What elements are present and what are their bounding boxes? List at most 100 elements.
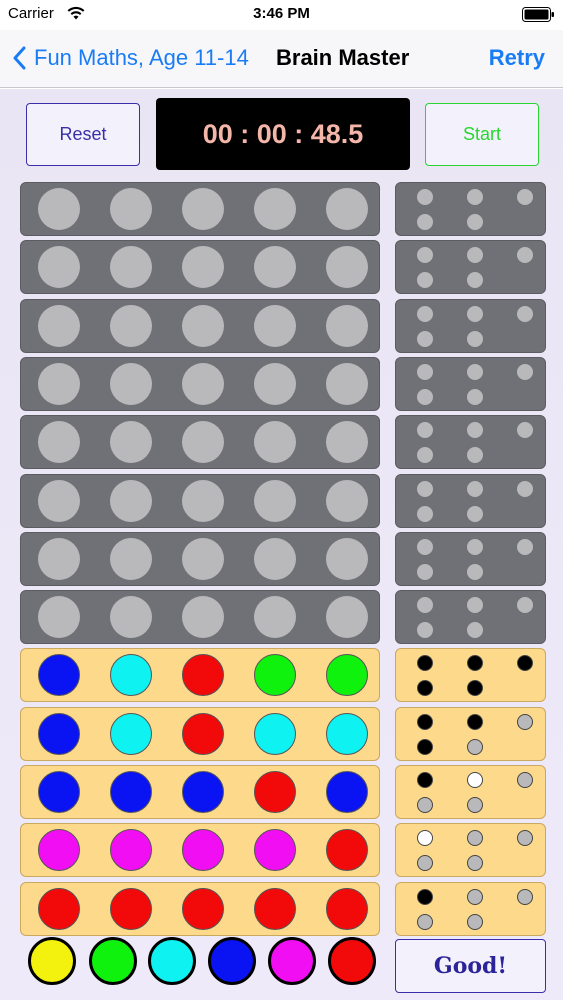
- empty-peg-slot[interactable]: [254, 304, 296, 347]
- red-peg[interactable]: [326, 829, 368, 872]
- empty-peg-slot[interactable]: [182, 479, 224, 522]
- guess-row[interactable]: [20, 531, 380, 586]
- cyan-peg[interactable]: [110, 654, 152, 697]
- guess-row[interactable]: [20, 473, 380, 528]
- guess-row[interactable]: [20, 881, 380, 936]
- magenta-peg[interactable]: [254, 829, 296, 872]
- guess-row[interactable]: [20, 415, 380, 470]
- reset-button[interactable]: Reset: [26, 103, 140, 166]
- empty-peg-slot[interactable]: [38, 362, 80, 405]
- empty-peg-slot[interactable]: [182, 188, 224, 230]
- cyan-peg[interactable]: [326, 712, 368, 755]
- empty-key-peg: [467, 797, 483, 813]
- empty-key-peg: [517, 888, 533, 905]
- red-peg[interactable]: [182, 887, 224, 930]
- empty-peg-slot[interactable]: [326, 537, 368, 580]
- empty-peg-slot[interactable]: [254, 246, 296, 289]
- blue-peg[interactable]: [38, 654, 80, 697]
- guess-row[interactable]: [20, 298, 380, 353]
- palette-red-peg[interactable]: [328, 937, 376, 985]
- good-button[interactable]: Good!: [395, 939, 546, 993]
- red-peg[interactable]: [38, 887, 80, 930]
- blue-peg[interactable]: [110, 771, 152, 813]
- empty-peg-slot[interactable]: [110, 246, 152, 289]
- empty-peg-slot[interactable]: [254, 479, 296, 522]
- empty-peg-slot[interactable]: [38, 188, 80, 230]
- empty-peg-slot[interactable]: [38, 537, 80, 580]
- empty-key-peg: [467, 855, 483, 872]
- empty-peg-slot[interactable]: [110, 304, 152, 347]
- empty-peg-slot[interactable]: [38, 596, 80, 639]
- guess-row[interactable]: [20, 182, 380, 236]
- magenta-peg[interactable]: [110, 829, 152, 872]
- retry-button[interactable]: Retry: [489, 45, 545, 71]
- empty-peg-slot[interactable]: [182, 362, 224, 405]
- blue-peg[interactable]: [182, 771, 224, 813]
- empty-key-peg: [417, 563, 433, 580]
- red-peg[interactable]: [254, 771, 296, 813]
- blue-peg[interactable]: [38, 771, 80, 813]
- back-button[interactable]: Fun Maths, Age 11-14: [12, 40, 249, 76]
- guess-row[interactable]: [20, 590, 380, 645]
- feedback-box: [395, 473, 546, 528]
- guess-row[interactable]: [20, 765, 380, 819]
- red-peg[interactable]: [182, 654, 224, 697]
- guess-row[interactable]: [20, 648, 380, 703]
- empty-peg-slot[interactable]: [254, 421, 296, 464]
- blue-peg[interactable]: [38, 712, 80, 755]
- empty-peg-slot[interactable]: [326, 421, 368, 464]
- empty-key-peg: [467, 447, 483, 464]
- magenta-peg[interactable]: [182, 829, 224, 872]
- empty-peg-slot[interactable]: [326, 479, 368, 522]
- empty-peg-slot[interactable]: [182, 596, 224, 639]
- red-peg[interactable]: [326, 887, 368, 930]
- back-label: Fun Maths, Age 11-14: [34, 45, 249, 70]
- empty-peg-slot[interactable]: [110, 362, 152, 405]
- empty-peg-slot[interactable]: [254, 188, 296, 230]
- empty-peg-slot[interactable]: [182, 304, 224, 347]
- empty-peg-slot[interactable]: [326, 188, 368, 230]
- green-peg[interactable]: [254, 654, 296, 697]
- empty-peg-slot[interactable]: [110, 479, 152, 522]
- cyan-peg[interactable]: [110, 712, 152, 755]
- empty-peg-slot[interactable]: [110, 537, 152, 580]
- empty-peg-slot[interactable]: [38, 479, 80, 522]
- empty-peg-slot[interactable]: [326, 596, 368, 639]
- red-peg[interactable]: [182, 712, 224, 755]
- empty-peg-slot[interactable]: [254, 537, 296, 580]
- empty-peg-slot[interactable]: [38, 246, 80, 289]
- empty-key-peg: [417, 797, 433, 813]
- guess-row[interactable]: [20, 706, 380, 761]
- empty-peg-slot[interactable]: [182, 421, 224, 464]
- empty-key-peg: [467, 214, 483, 230]
- empty-peg-slot[interactable]: [254, 362, 296, 405]
- feedback-box: [395, 765, 546, 819]
- empty-peg-slot[interactable]: [110, 596, 152, 639]
- green-peg[interactable]: [326, 654, 368, 697]
- empty-peg-slot[interactable]: [326, 362, 368, 405]
- empty-peg-slot[interactable]: [254, 596, 296, 639]
- guess-row[interactable]: [20, 356, 380, 411]
- empty-peg-slot[interactable]: [182, 537, 224, 580]
- palette-magenta-peg[interactable]: [268, 937, 316, 985]
- palette-cyan-peg[interactable]: [148, 937, 196, 985]
- palette-yellow-peg[interactable]: [28, 937, 76, 985]
- palette-green-peg[interactable]: [89, 937, 137, 985]
- magenta-peg[interactable]: [38, 829, 80, 872]
- start-button[interactable]: Start: [425, 103, 539, 166]
- empty-peg-slot[interactable]: [182, 246, 224, 289]
- red-peg[interactable]: [110, 887, 152, 930]
- guess-row[interactable]: [20, 823, 380, 878]
- empty-peg-slot[interactable]: [326, 304, 368, 347]
- palette-blue-peg[interactable]: [208, 937, 256, 985]
- empty-key-peg: [417, 388, 433, 405]
- empty-peg-slot[interactable]: [38, 304, 80, 347]
- cyan-peg[interactable]: [254, 712, 296, 755]
- empty-peg-slot[interactable]: [326, 246, 368, 289]
- blue-peg[interactable]: [326, 771, 368, 813]
- empty-peg-slot[interactable]: [38, 421, 80, 464]
- empty-peg-slot[interactable]: [110, 421, 152, 464]
- red-peg[interactable]: [254, 887, 296, 930]
- guess-row[interactable]: [20, 240, 380, 295]
- empty-peg-slot[interactable]: [110, 188, 152, 230]
